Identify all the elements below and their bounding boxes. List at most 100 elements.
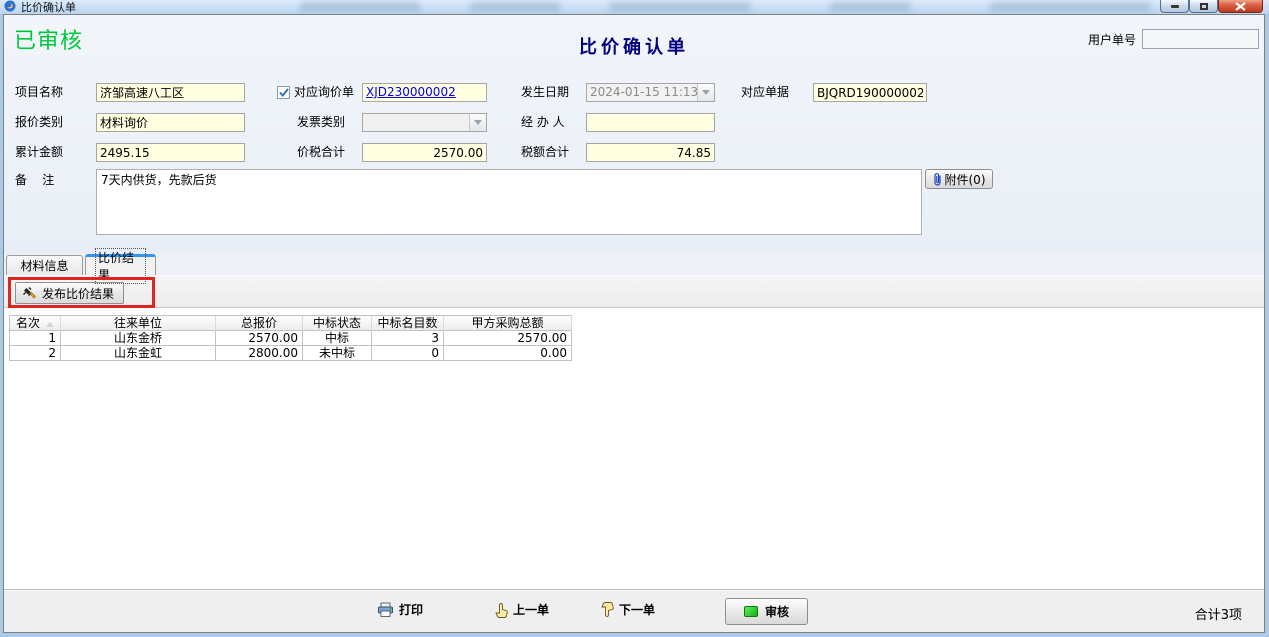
cell-purchase-total: 2570.00 [444, 331, 572, 346]
publish-result-button[interactable]: 发布比价结果 [15, 282, 124, 304]
publish-result-label: 发布比价结果 [42, 285, 114, 302]
paperclip-icon [933, 172, 942, 186]
chevron-down-icon [474, 120, 482, 125]
project-name-label: 项目名称 [15, 83, 63, 102]
app-icon [4, 0, 16, 14]
tab-label: 材料信息 [20, 257, 68, 274]
inquiry-checkbox[interactable] [277, 86, 290, 99]
app-window: 比价确认单 已审核 比价确认单 用户单号 项目名称 对应询价单 [0, 0, 1269, 637]
maximize-icon [1200, 3, 1208, 10]
result-toolbar: 发布比价结果 [4, 275, 1264, 308]
form-panel: 已审核 比价确认单 用户单号 项目名称 对应询价单 XJD230000002 发… [4, 15, 1264, 255]
cell-vendor: 山东金桥 [61, 331, 216, 346]
publish-tool-icon [22, 286, 37, 301]
close-button[interactable] [1218, 0, 1263, 13]
inquiry-field[interactable]: XJD230000002 [362, 83, 487, 102]
window-body: 已审核 比价确认单 用户单号 项目名称 对应询价单 XJD230000002 发… [3, 14, 1265, 633]
next-record-button[interactable]: 下一单 [601, 601, 655, 618]
cell-vendor: 山东金虹 [61, 346, 216, 361]
minimize-button[interactable] [1160, 0, 1189, 13]
close-icon [1235, 2, 1246, 11]
cell-purchase-total: 0.00 [444, 346, 572, 361]
table-row[interactable]: 1 山东金桥 2570.00 中标 3 2570.00 [9, 331, 572, 346]
total-with-tax-input[interactable] [362, 143, 487, 162]
record-total-count: 合计3项 [1195, 604, 1242, 623]
audit-button[interactable]: 审核 [725, 598, 808, 625]
invoice-dropdown-arrow[interactable] [469, 114, 486, 131]
remark-label: 备 注 [15, 171, 54, 190]
previous-record-button[interactable]: 上一单 [495, 601, 549, 618]
next-label: 下一单 [619, 601, 655, 618]
inquiry-label: 对应询价单 [294, 83, 354, 102]
glass-blur-decor [300, 2, 420, 12]
handler-label: 经 办 人 [521, 113, 565, 132]
audit-green-icon [744, 606, 758, 617]
quote-type-label: 报价类别 [15, 113, 63, 132]
attachment-label: 附件(0) [945, 171, 986, 188]
title-bar: 比价确认单 [0, 0, 1269, 14]
user-no-input[interactable] [1142, 29, 1259, 49]
invoice-type-combo[interactable] [362, 113, 487, 132]
glass-blur-decor [830, 2, 910, 12]
date-dropdown-arrow [697, 84, 714, 101]
sort-asc-icon [46, 322, 54, 327]
amount-label: 累计金额 [15, 143, 63, 162]
check-icon [279, 88, 289, 97]
cell-bid-status: 中标 [303, 331, 372, 346]
cell-rank: 1 [9, 331, 61, 346]
glass-blur-decor [470, 2, 560, 12]
page-title: 比价确认单 [304, 33, 964, 59]
total-with-tax-label: 价税合计 [297, 143, 345, 162]
doc-input[interactable] [813, 83, 927, 102]
tax-total-input[interactable] [586, 143, 715, 162]
col-header-total-quote[interactable]: 总报价 [216, 315, 303, 331]
col-header-vendor[interactable]: 往来单位 [61, 315, 216, 331]
tab-label: 比价结果 [96, 249, 145, 283]
date-label: 发生日期 [521, 83, 569, 102]
date-combo: 2024-01-15 11:13:09 [586, 83, 715, 102]
status-badge: 已审核 [14, 23, 83, 55]
col-header-rank[interactable]: 名次 [9, 315, 61, 331]
tax-total-label: 税额合计 [521, 143, 569, 162]
audit-label: 审核 [765, 603, 789, 620]
table-row[interactable]: 2 山东金虹 2800.00 未中标 0 0.00 [9, 346, 572, 361]
handler-input[interactable] [586, 113, 715, 132]
date-value: 2024-01-15 11:13:09 [587, 84, 697, 101]
tab-price-comparison-result[interactable]: 比价结果 [85, 254, 156, 275]
maximize-button[interactable] [1189, 0, 1218, 13]
previous-label: 上一单 [513, 601, 549, 618]
printer-icon [377, 602, 394, 618]
amount-input[interactable] [96, 143, 245, 162]
remark-textarea[interactable]: 7天内供货，先款后货 [96, 169, 922, 235]
result-table: 名次 往来单位 总报价 中标状态 中标名目数 甲方采购总额 1 山东金桥 257… [9, 315, 572, 361]
cell-rank: 2 [9, 346, 61, 361]
user-no-label: 用户单号 [1088, 31, 1136, 48]
tab-material-info[interactable]: 材料信息 [6, 255, 83, 275]
chevron-down-icon [702, 90, 710, 95]
minimize-icon [1171, 5, 1179, 8]
cell-bid-status: 未中标 [303, 346, 372, 361]
cell-total-quote: 2800.00 [216, 346, 303, 361]
hand-up-icon [495, 602, 508, 618]
tab-strip: 材料信息 比价结果 [4, 254, 1264, 275]
hand-down-icon [601, 602, 614, 618]
glass-blur-decor [610, 2, 750, 12]
print-button[interactable]: 打印 [377, 601, 423, 618]
cell-total-quote: 2570.00 [216, 331, 303, 346]
footer-toolbar: 打印 上一单 下一单 审核 合计3项 [4, 589, 1264, 632]
cell-bid-item-count: 0 [372, 346, 444, 361]
print-label: 打印 [399, 601, 423, 618]
project-name-input[interactable] [96, 83, 245, 102]
invoice-type-label: 发票类别 [297, 113, 345, 132]
quote-type-input[interactable] [96, 113, 245, 132]
cell-bid-item-count: 3 [372, 331, 444, 346]
col-header-bid-item-count[interactable]: 中标名目数 [372, 315, 444, 331]
col-header-bid-status[interactable]: 中标状态 [303, 315, 372, 331]
inquiry-link[interactable]: XJD230000002 [366, 85, 456, 99]
window-title: 比价确认单 [21, 0, 76, 14]
col-header-purchase-total[interactable]: 甲方采购总额 [444, 315, 572, 331]
attachment-button[interactable]: 附件(0) [925, 169, 993, 189]
glass-blur-decor [990, 2, 1150, 12]
invoice-type-value [363, 114, 469, 131]
doc-label: 对应单据 [741, 83, 789, 102]
